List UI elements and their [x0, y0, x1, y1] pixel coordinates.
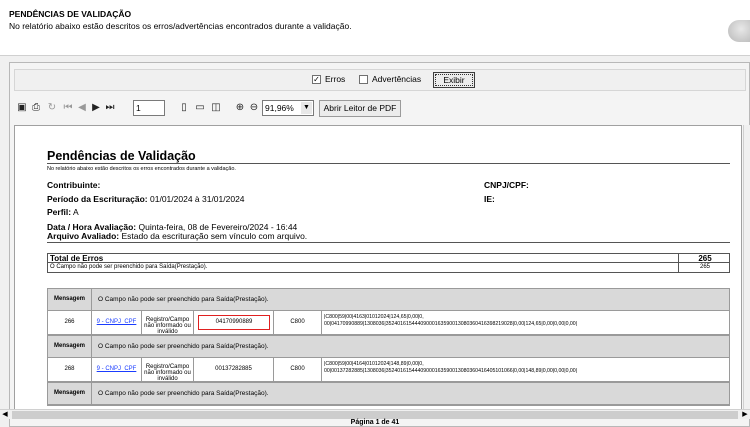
field-value: 04170990889: [198, 315, 270, 330]
table-row: O Campo não pode ser preenchido para Saí…: [48, 263, 729, 272]
message-text: O Campo não pode ser preenchido para Saí…: [98, 390, 269, 397]
totals-row-value: 265: [678, 263, 731, 272]
table-row: 268 9 - CNPJ_CPF Registro/Campo não info…: [48, 358, 731, 382]
zoom-out-icon[interactable]: ⊖: [248, 102, 260, 114]
filter-bar: ✓ Erros Advertências Exibir: [14, 69, 746, 91]
chevron-down-icon[interactable]: ▼: [301, 102, 312, 114]
message-header: Mensagem O Campo não pode ser preenchido…: [48, 383, 729, 405]
totals-table: Total de Erros 265 O Campo não pode ser …: [47, 253, 730, 273]
perfil-line: Perfil: A: [47, 207, 79, 217]
ie-label: IE:: [484, 194, 495, 204]
record-line-2: 00|04170990889|1308036|35240161544409000…: [324, 320, 578, 327]
last-page-icon[interactable]: ⏭: [104, 102, 116, 114]
field-value-cell: 04170990889: [194, 311, 274, 334]
table-row: 266 9 - CNPJ_CPF Registro/Campo não info…: [48, 311, 731, 335]
single-page-icon[interactable]: ▯: [178, 102, 190, 114]
perfil-label: Perfil:: [47, 207, 72, 217]
periodo-value: 01/01/2024 à 31/01/2024: [150, 194, 245, 204]
report-viewer: Pendências de Validação No relatório aba…: [14, 125, 742, 415]
validation-header: PENDÊNCIAS DE VALIDAÇÃO No relatório aba…: [0, 0, 750, 56]
field-link[interactable]: 9 - CNPJ_CPF: [92, 358, 142, 381]
page-title: PENDÊNCIAS DE VALIDAÇÃO: [9, 9, 132, 19]
errors-label: Erros: [325, 74, 346, 84]
message-block: Mensagem O Campo não pode ser preenchido…: [47, 382, 730, 406]
show-button[interactable]: Exibir: [433, 72, 475, 88]
errors-checkbox[interactable]: ✓: [312, 75, 321, 84]
refresh-icon[interactable]: ↻: [46, 102, 58, 114]
totals-header-label: Total de Erros: [50, 254, 104, 263]
message-tag: Mensagem: [48, 383, 92, 404]
report-title: Pendências de Validação: [47, 149, 196, 163]
first-page-icon[interactable]: ⏮: [62, 102, 74, 114]
record-line: |C800|59|00|4163|01012024|124,65|0,00|0,…: [322, 311, 731, 334]
save-icon[interactable]: ▣: [16, 102, 28, 114]
prev-page-icon[interactable]: ◀: [76, 102, 88, 114]
field-description: Registro/Campo não informado ou inválido: [142, 358, 194, 382]
zoom-select[interactable]: 91,96% ▼: [262, 100, 314, 116]
arquivo-line: Arquivo Avaliado: Estado da escrituração…: [47, 231, 307, 241]
perfil-value: A: [73, 207, 79, 217]
next-page-icon[interactable]: ▶: [90, 102, 102, 114]
message-block: Mensagem O Campo não pode ser preenchido…: [47, 335, 730, 382]
print-icon[interactable]: ⎙: [30, 102, 42, 114]
periodo-label: Período da Escrituração:: [47, 194, 148, 204]
horizontal-scrollbar[interactable]: ◀ ▶: [0, 409, 750, 419]
periodo-line: Período da Escrituração: 01/01/2024 à 31…: [47, 194, 245, 204]
message-text: O Campo não pode ser preenchido para Saí…: [98, 343, 269, 350]
report-description: No relatório abaixo estão descritos os e…: [47, 166, 236, 172]
register-code: C800: [274, 358, 322, 381]
contribuinte-line: Contribuinte:: [47, 180, 100, 190]
page-width-icon[interactable]: ▭: [194, 102, 206, 114]
totals-header-row: Total de Erros 265: [48, 254, 729, 263]
zoom-value: 91,96%: [265, 103, 294, 113]
field-value: 00137282885: [194, 358, 274, 381]
arquivo-value: Estado da escrituração sem vínculo com a…: [121, 231, 308, 241]
line-number: 268: [48, 358, 92, 381]
multi-page-icon[interactable]: ◫: [210, 102, 222, 114]
contribuinte-label: Contribuinte:: [47, 180, 101, 190]
message-tag: Mensagem: [48, 289, 92, 310]
warnings-checkbox[interactable]: [359, 75, 368, 84]
title-divider: [47, 163, 730, 164]
page-description: No relatório abaixo estão descritos os e…: [9, 21, 352, 31]
page-indicator: Página 1 de 41: [350, 419, 400, 426]
field-description: Registro/Campo não informado ou inválido: [142, 311, 194, 335]
record-line: |C800|59|00|4164|01012024|148,89|0,00|0,…: [322, 358, 731, 381]
report-toolbar: ▣ ⎙ ↻ ⏮ ◀ ▶ ⏭ 1 ▯ ▭ ◫ ⊕ ⊖ 91,96% ▼ Abrir…: [14, 99, 746, 119]
totals-header-value: 265: [678, 254, 731, 263]
arquivo-label: Arquivo Avaliado:: [47, 231, 120, 241]
open-pdf-button[interactable]: Abrir Leitor de PDF: [319, 100, 401, 117]
report-panel: ✓ Erros Advertências Exibir ▣ ⎙ ↻ ⏮ ◀ ▶ …: [9, 62, 750, 427]
totals-row-label: O Campo não pode ser preenchido para Saí…: [50, 264, 208, 270]
record-line-2: 00|00137282885|1308036|35240161544409000…: [324, 367, 578, 374]
info-divider: [47, 242, 730, 243]
scrollbar-thumb[interactable]: [12, 411, 738, 419]
message-text: O Campo não pode ser preenchido para Saí…: [98, 296, 269, 303]
vertical-scrollbar[interactable]: [743, 125, 750, 415]
zoom-in-icon[interactable]: ⊕: [234, 102, 246, 114]
message-header: Mensagem O Campo não pode ser preenchido…: [48, 336, 729, 358]
warnings-label: Advertências: [372, 74, 422, 84]
logo-icon: [728, 20, 750, 42]
message-tag: Mensagem: [48, 336, 92, 357]
line-number: 266: [48, 311, 92, 334]
page-number-input[interactable]: 1: [133, 100, 165, 116]
register-code: C800: [274, 311, 322, 334]
message-block: Mensagem O Campo não pode ser preenchido…: [47, 288, 730, 335]
field-link[interactable]: 9 - CNPJ_CPF: [92, 311, 142, 334]
cnpj-label: CNPJ/CPF:: [484, 180, 529, 190]
message-header: Mensagem O Campo não pode ser preenchido…: [48, 289, 729, 311]
